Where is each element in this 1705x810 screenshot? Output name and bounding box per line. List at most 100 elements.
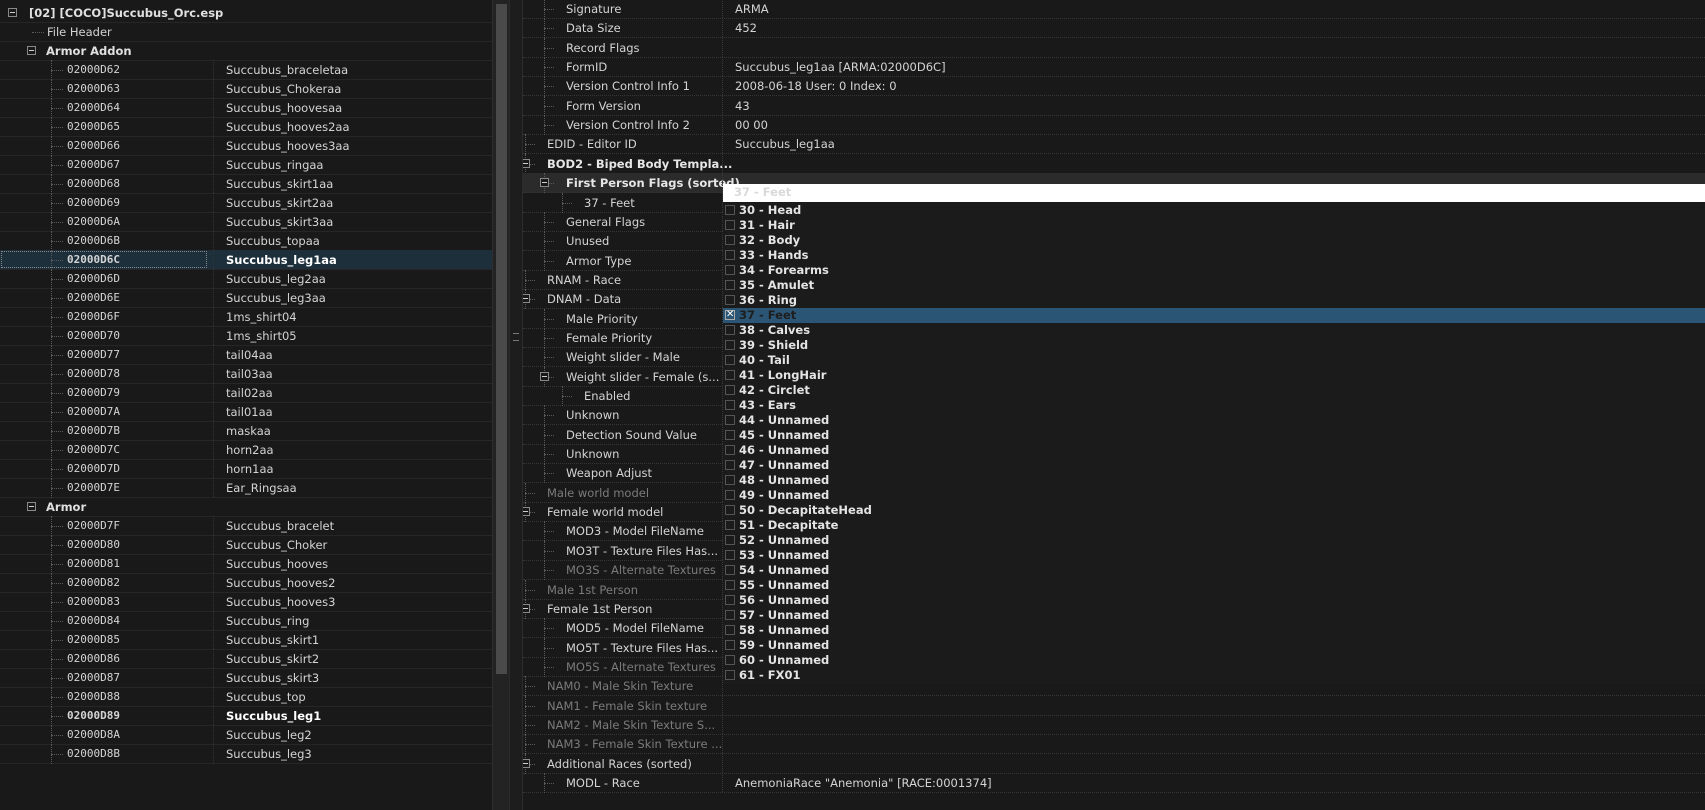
record-field-row[interactable]: Version Control Info 2 00 00 — [523, 115, 1705, 136]
table-row[interactable]: 02000D65 Succubus_hooves2aa — [0, 117, 492, 137]
record-field-row[interactable]: BOD2 - Biped Body Templa... — [523, 153, 1705, 174]
collapse-icon[interactable] — [523, 758, 530, 768]
table-row[interactable]: 02000D84 Succubus_ring — [0, 611, 492, 631]
option-checkbox[interactable] — [725, 265, 735, 275]
table-row[interactable]: 02000D6D Succubus_leg2aa — [0, 269, 492, 289]
table-row[interactable]: 02000D69 Succubus_skirt2aa — [0, 193, 492, 213]
flags-dropdown-list[interactable]: 30 - Head 31 - Hair 32 - Body 33 - Hands 34 … — [723, 203, 1705, 684]
table-row[interactable]: 02000D7F Succubus_bracelet — [0, 516, 492, 536]
table-row[interactable]: 02000D7B maskaa — [0, 421, 492, 441]
dropdown-option[interactable]: 61 - FX01 — [723, 668, 1705, 683]
table-row[interactable]: 02000D8A Succubus_leg2 — [0, 725, 492, 745]
table-row[interactable]: 02000D7D horn1aa — [0, 459, 492, 479]
tree-group-armor-addon[interactable]: Armor Addon — [0, 41, 492, 61]
dropdown-option[interactable]: 48 - Unnamed — [723, 473, 1705, 488]
table-row[interactable]: 02000D77 tail04aa — [0, 345, 492, 365]
option-checkbox[interactable] — [725, 535, 735, 545]
dropdown-option[interactable]: ✕ 37 - Feet — [723, 308, 1705, 323]
option-checkbox[interactable] — [725, 655, 735, 665]
option-checkbox[interactable]: ✕ — [725, 310, 735, 320]
option-checkbox[interactable] — [725, 625, 735, 635]
option-checkbox[interactable] — [725, 475, 735, 485]
tree-group-armor[interactable]: Armor — [0, 497, 492, 517]
option-checkbox[interactable] — [725, 595, 735, 605]
record-field-row[interactable]: Version Control Info 1 2008-06-18 User: 0… — [523, 76, 1705, 97]
table-row[interactable]: 02000D6A Succubus_skirt3aa — [0, 212, 492, 232]
tree-root-plugin[interactable]: [02] [COCO]Succubus_Orc.esp — [0, 3, 492, 23]
table-row[interactable]: 02000D88 Succubus_top — [0, 687, 492, 707]
dropdown-option[interactable]: 41 - LongHair — [723, 368, 1705, 383]
table-row[interactable]: 02000D62 Succubus_braceletaa — [0, 60, 492, 80]
dropdown-option[interactable]: 55 - Unnamed — [723, 578, 1705, 593]
option-checkbox[interactable] — [725, 580, 735, 590]
dropdown-option[interactable]: 59 - Unnamed — [723, 638, 1705, 653]
option-checkbox[interactable] — [725, 355, 735, 365]
option-checkbox[interactable] — [725, 550, 735, 560]
option-checkbox[interactable] — [725, 220, 735, 230]
dropdown-option[interactable]: 43 - Ears — [723, 398, 1705, 413]
option-checkbox[interactable] — [725, 460, 735, 470]
collapse-icon[interactable] — [523, 294, 530, 304]
tree-item-file-header[interactable]: File Header — [0, 22, 492, 42]
panel-splitter[interactable] — [509, 0, 523, 810]
dropdown-option[interactable]: 47 - Unnamed — [723, 458, 1705, 473]
table-row[interactable]: 02000D66 Succubus_hooves3aa — [0, 136, 492, 156]
option-checkbox[interactable] — [725, 565, 735, 575]
table-row[interactable]: 02000D67 Succubus_ringaa — [0, 155, 492, 175]
dropdown-option[interactable]: 46 - Unnamed — [723, 443, 1705, 458]
record-field-row[interactable]: EDID - Editor ID Succubus_leg1aa — [523, 134, 1705, 155]
flags-dropdown-edit[interactable]: 37 - Feet — [723, 184, 1705, 202]
table-row[interactable]: 02000D7C horn2aa — [0, 440, 492, 460]
dropdown-option[interactable]: 45 - Unnamed — [723, 428, 1705, 443]
record-field-row[interactable]: Additional Races (sorted) — [523, 753, 1705, 774]
table-row[interactable]: 02000D6E Succubus_leg3aa — [0, 288, 492, 308]
table-row[interactable]: 02000D64 Succubus_hoovesaa — [0, 98, 492, 118]
option-checkbox[interactable] — [725, 400, 735, 410]
dropdown-option[interactable]: 44 - Unnamed — [723, 413, 1705, 428]
dropdown-option[interactable]: 31 - Hair — [723, 218, 1705, 233]
dropdown-option[interactable]: 40 - Tail — [723, 353, 1705, 368]
table-row[interactable]: 02000D8B Succubus_leg3 — [0, 744, 492, 764]
collapse-icon[interactable] — [27, 46, 36, 55]
dropdown-option[interactable]: 57 - Unnamed — [723, 608, 1705, 623]
dropdown-option[interactable]: 38 - Calves — [723, 323, 1705, 338]
collapse-icon[interactable] — [8, 8, 17, 17]
option-checkbox[interactable] — [725, 295, 735, 305]
collapse-icon[interactable] — [523, 603, 530, 613]
option-checkbox[interactable] — [725, 520, 735, 530]
collapse-icon[interactable] — [27, 502, 36, 511]
dropdown-option[interactable]: 58 - Unnamed — [723, 623, 1705, 638]
option-checkbox[interactable] — [725, 640, 735, 650]
record-field-row[interactable]: Data Size 452 — [523, 18, 1705, 39]
record-field-row[interactable]: NAM3 - Female Skin Texture ... — [523, 734, 1705, 755]
table-row[interactable]: 02000D78 tail03aa — [0, 364, 492, 384]
record-tree-scrollbar[interactable] — [492, 0, 510, 810]
record-field-row[interactable]: FormID Succubus_leg1aa [ARMA:02000D6C] — [523, 57, 1705, 78]
option-checkbox[interactable] — [725, 235, 735, 245]
table-row[interactable]: 02000D63 Succubus_Chokeraa — [0, 79, 492, 99]
dropdown-option[interactable]: 39 - Shield — [723, 338, 1705, 353]
record-field-row[interactable]: NAM2 - Male Skin Texture S... — [523, 714, 1705, 735]
dropdown-option[interactable]: 60 - Unnamed — [723, 653, 1705, 668]
table-row[interactable]: 02000D87 Succubus_skirt3 — [0, 668, 492, 688]
table-row[interactable]: 02000D7A tail01aa — [0, 402, 492, 422]
record-field-row[interactable]: NAM1 - Female Skin texture — [523, 695, 1705, 716]
option-checkbox[interactable] — [725, 430, 735, 440]
table-row[interactable]: 02000D7E Ear_Ringsaa — [0, 478, 492, 498]
record-tree-panel[interactable]: [02] [COCO]Succubus_Orc.esp File Header Ar… — [0, 0, 492, 810]
option-checkbox[interactable] — [725, 205, 735, 215]
collapse-icon[interactable] — [523, 507, 530, 517]
option-checkbox[interactable] — [725, 415, 735, 425]
dropdown-option[interactable]: 34 - Forearms — [723, 263, 1705, 278]
record-field-row[interactable]: Form Version 43 — [523, 95, 1705, 116]
table-row[interactable]: 02000D80 Succubus_Choker — [0, 535, 492, 555]
option-checkbox[interactable] — [725, 385, 735, 395]
dropdown-option[interactable]: 53 - Unnamed — [723, 548, 1705, 563]
option-checkbox[interactable] — [725, 370, 735, 380]
table-row[interactable]: 02000D81 Succubus_hooves — [0, 554, 492, 574]
table-row[interactable]: 02000D70 1ms_shirt05 — [0, 326, 492, 346]
collapse-icon[interactable] — [540, 178, 549, 188]
table-row[interactable]: 02000D6C Succubus_leg1aa — [0, 250, 492, 270]
table-row[interactable]: 02000D82 Succubus_hooves2 — [0, 573, 492, 593]
table-row[interactable]: 02000D79 tail02aa — [0, 383, 492, 403]
